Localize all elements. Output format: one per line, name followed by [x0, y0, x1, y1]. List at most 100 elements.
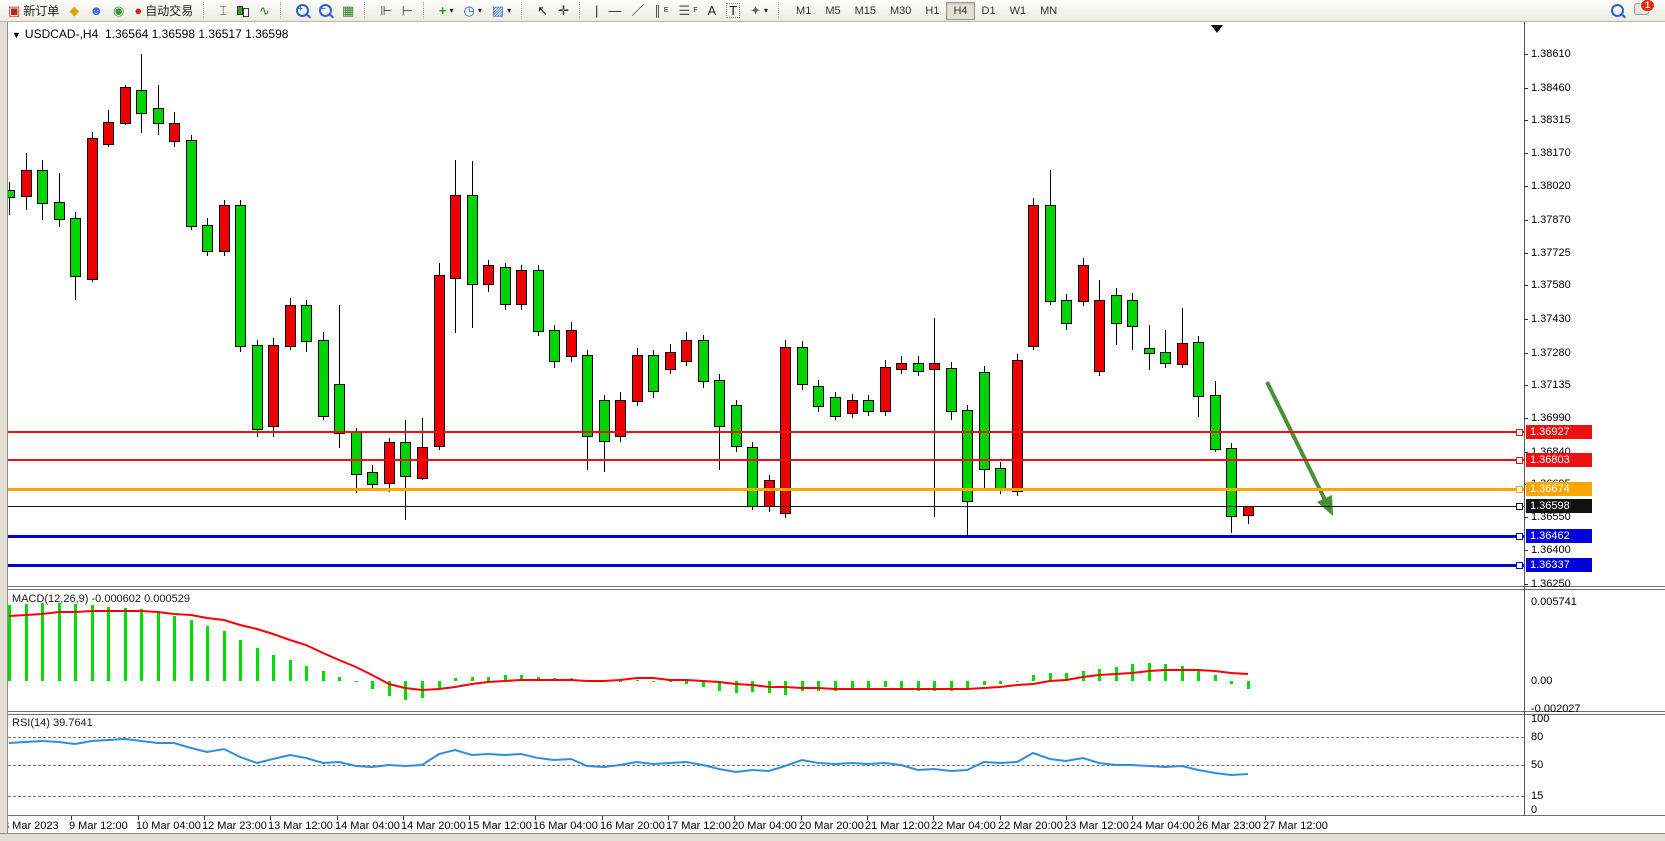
price-line-handle[interactable] — [1516, 429, 1523, 436]
timeframe-m15[interactable]: M15 — [848, 2, 883, 20]
macd-label: MACD(12,26,9) -0.000602 0.000529 — [12, 593, 190, 605]
timeframe-h4[interactable]: H4 — [946, 2, 974, 20]
price-axis-tick — [1524, 550, 1528, 551]
shapes-tool-button[interactable]: ✦▾ — [745, 2, 773, 19]
candle-body — [1012, 360, 1023, 492]
tile-windows-button[interactable]: ▦ — [337, 2, 359, 19]
time-axis-label: 8 Mar 2023 — [3, 820, 59, 832]
time-axis-tick — [734, 816, 735, 820]
time-axis-tick — [337, 816, 338, 820]
zoom-in-button[interactable]: + — [291, 2, 314, 19]
rsi-level-line — [8, 796, 1524, 797]
fibo-tool-sub: F — [693, 7, 697, 14]
candle-chart-mode-button[interactable] — [232, 2, 254, 19]
rsi-label: RSI(14) 39.7641 — [12, 717, 93, 729]
toolbar-separator — [579, 2, 585, 19]
macd-histogram-bar — [58, 603, 61, 681]
rsi-axis-label: 0 — [1531, 804, 1537, 816]
timeframe-mn[interactable]: MN — [1033, 2, 1064, 20]
candle-body — [566, 330, 577, 357]
collapse-triangle-icon[interactable]: ▼ — [12, 30, 21, 40]
line-chart-mode-button[interactable]: ∿ — [254, 2, 275, 19]
cursor-tool-button[interactable]: ↖ — [532, 2, 553, 19]
market-watch-button[interactable]: ◆ — [64, 2, 84, 19]
timeframe-w1[interactable]: W1 — [1003, 2, 1034, 20]
candle-body — [268, 345, 279, 427]
timeframe-m30[interactable]: M30 — [883, 2, 918, 20]
price-line[interactable] — [8, 488, 1524, 491]
timeframe-m5[interactable]: M5 — [818, 2, 847, 20]
crosshair-tool-button[interactable]: ✛ — [553, 2, 574, 19]
fibonacci-tool-button[interactable]: ☰F — [674, 2, 703, 19]
signals-button[interactable]: ◉ — [108, 2, 129, 19]
vertical-line-icon: | — [595, 4, 598, 17]
macd-histogram-bar — [1049, 673, 1052, 681]
timeframe-d1[interactable]: D1 — [975, 2, 1003, 20]
candle-body — [500, 267, 511, 305]
template-button[interactable]: ▨▾ — [487, 2, 516, 19]
price-line-handle[interactable] — [1516, 503, 1523, 510]
tile-windows-icon: ▦ — [342, 4, 354, 17]
zoom-out-button[interactable]: − — [314, 2, 337, 19]
period-button[interactable]: ◷▾ — [459, 2, 487, 19]
panel-separator[interactable] — [0, 586, 1665, 587]
candle-body — [103, 122, 114, 145]
auto-scroll-button[interactable]: ⊩ — [375, 2, 396, 19]
time-axis-label: 9 Mar 12:00 — [69, 820, 128, 832]
price-line[interactable] — [8, 535, 1524, 538]
candle-body — [995, 468, 1006, 489]
macd-histogram-bar — [454, 678, 457, 681]
panel-separator[interactable] — [0, 711, 1665, 712]
vline-tool-button[interactable]: | — [590, 2, 603, 19]
time-axis-tick — [668, 816, 669, 820]
candle-body — [714, 380, 725, 427]
price-line-handle[interactable] — [1516, 457, 1523, 464]
object-marker-icon[interactable] — [1211, 25, 1223, 33]
macd-histogram-bar — [702, 681, 705, 687]
hline-tool-button[interactable]: — — [603, 2, 626, 19]
text-tool-button[interactable]: A — [703, 2, 722, 19]
candle-body — [467, 195, 478, 285]
price-line-handle[interactable] — [1516, 486, 1523, 493]
candle-body — [37, 170, 48, 204]
macd-histogram-bar — [206, 626, 209, 681]
candle-body — [417, 447, 428, 479]
macd-title: MACD(12,26,9) — [12, 593, 88, 605]
bar-chart-mode-button[interactable]: ⌶ — [214, 2, 232, 19]
timeframe-h1[interactable]: H1 — [918, 2, 946, 20]
time-axis-tick — [933, 816, 934, 820]
trendline-tool-button[interactable]: ／ — [626, 2, 649, 19]
auto-trading-button[interactable]: ● 自动交易 — [129, 0, 198, 21]
add-indicator-button[interactable]: +▾ — [434, 2, 459, 19]
rsi-value: 39.7641 — [53, 717, 93, 729]
price-axis-tick — [1524, 54, 1528, 55]
price-line-handle[interactable] — [1516, 562, 1523, 569]
accounts-button[interactable]: ☻ — [84, 2, 108, 19]
time-axis-label: 21 Mar 12:00 — [865, 820, 930, 832]
candle-body — [847, 400, 858, 414]
chart-title: ▼USDCAD-,H4 1.36564 1.36598 1.36517 1.36… — [12, 27, 288, 41]
macd-histogram-bar — [817, 681, 820, 691]
price-line[interactable] — [8, 506, 1524, 507]
window-bottom-frame — [0, 833, 1665, 841]
macd-histogram-bar — [173, 616, 176, 681]
chart-shift-button[interactable]: ⊢ — [397, 2, 418, 19]
macd-histogram-bar — [421, 681, 424, 698]
price-line[interactable] — [8, 564, 1524, 567]
price-line[interactable] — [8, 459, 1524, 461]
channel-tool-button[interactable]: ∥E — [649, 2, 673, 19]
trendline-icon: ／ — [631, 4, 644, 17]
price-line-handle[interactable] — [1516, 533, 1523, 540]
label-tool-button[interactable]: T — [721, 1, 745, 20]
candle-body — [136, 90, 147, 114]
macd-histogram-bar — [272, 655, 275, 681]
search-button[interactable] — [1606, 2, 1629, 19]
notifications-button[interactable]: 1 — [1629, 1, 1654, 20]
new-order-button[interactable]: ▣ 新订单 — [3, 0, 64, 21]
timeframe-m1[interactable]: M1 — [789, 2, 818, 20]
price-line[interactable] — [8, 431, 1524, 433]
time-axis-label: 14 Mar 20:00 — [401, 820, 466, 832]
time-axis-tick — [403, 816, 404, 820]
price-axis-label: 1.37135 — [1531, 379, 1571, 391]
candle-body — [516, 270, 527, 305]
